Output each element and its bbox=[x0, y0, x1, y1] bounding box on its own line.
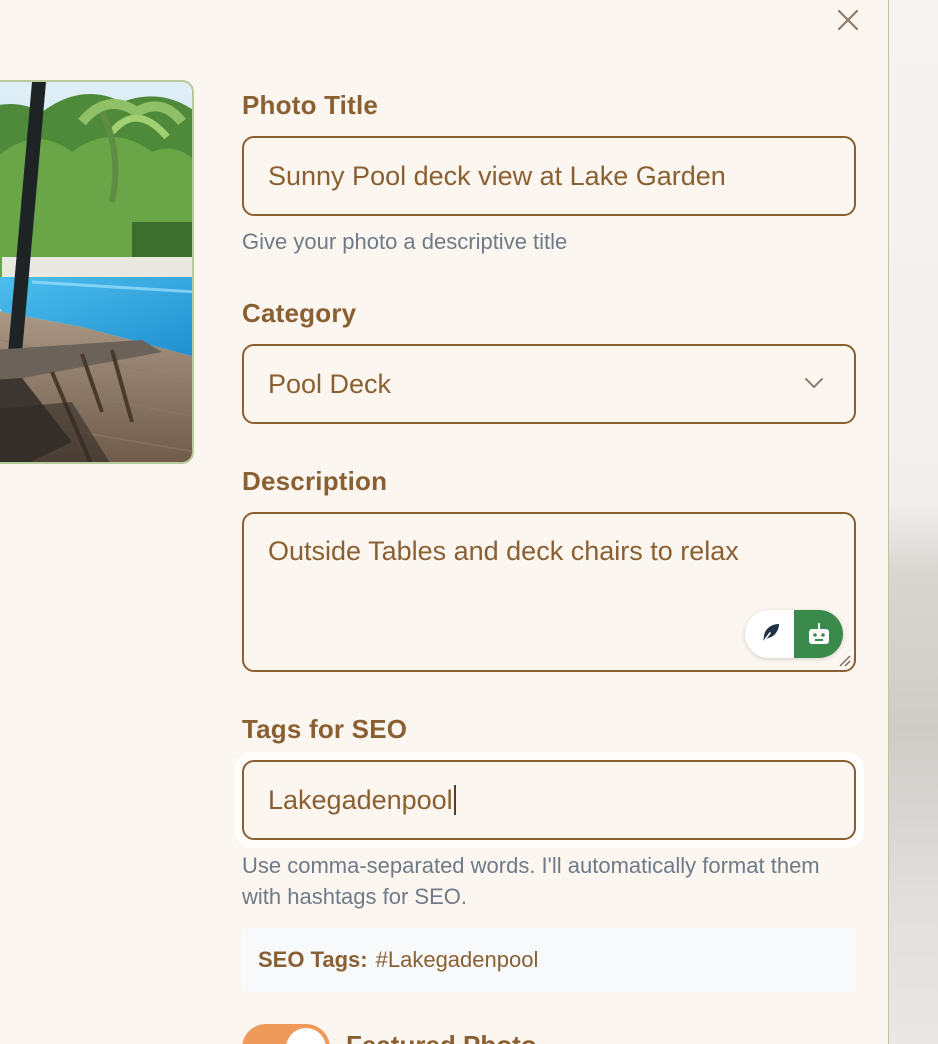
seo-tags-value: #Lakegadenpool bbox=[375, 947, 539, 972]
featured-label: Featured Photo bbox=[346, 1030, 537, 1044]
description-label: Description bbox=[242, 466, 388, 496]
tags-input[interactable]: Lakegadenpool bbox=[242, 760, 856, 840]
featured-toggle[interactable] bbox=[242, 1024, 330, 1044]
close-icon bbox=[837, 9, 859, 31]
toggle-knob bbox=[286, 1028, 326, 1044]
photo-title-value: Sunny Pool deck view at Lake Garden bbox=[268, 160, 726, 191]
seo-tags-preview: SEO Tags: #Lakegadenpool bbox=[242, 928, 856, 992]
chevron-down-icon bbox=[805, 378, 823, 388]
tags-label: Tags for SEO bbox=[242, 714, 408, 744]
tags-value: Lakegadenpool bbox=[268, 784, 453, 815]
edit-photo-panel: Photo Title Sunny Pool deck view at Lake… bbox=[0, 0, 889, 1044]
ai-assist-button[interactable] bbox=[794, 610, 843, 658]
text-caret bbox=[453, 785, 456, 815]
photo-preview bbox=[0, 80, 194, 464]
ai-tools bbox=[745, 610, 843, 658]
photo-title-help: Give your photo a descriptive title bbox=[242, 229, 568, 254]
feather-icon bbox=[759, 624, 779, 646]
category-label: Category bbox=[242, 298, 357, 328]
seo-tags-key: SEO Tags: bbox=[258, 947, 368, 972]
category-value: Pool Deck bbox=[268, 368, 392, 399]
robot-icon bbox=[808, 623, 829, 644]
description-value: Outside Tables and deck chairs to relax bbox=[268, 536, 739, 566]
rewrite-button[interactable] bbox=[745, 610, 794, 658]
backdrop-overlay bbox=[889, 0, 938, 1044]
photo-title-input[interactable]: Sunny Pool deck view at Lake Garden bbox=[242, 136, 856, 216]
close-button[interactable] bbox=[832, 4, 864, 36]
category-select[interactable]: Pool Deck bbox=[242, 344, 856, 424]
resize-handle-icon[interactable] bbox=[836, 652, 852, 668]
tags-help: Use comma-separated words. I'll automati… bbox=[242, 853, 820, 909]
photo-title-label: Photo Title bbox=[242, 90, 379, 120]
